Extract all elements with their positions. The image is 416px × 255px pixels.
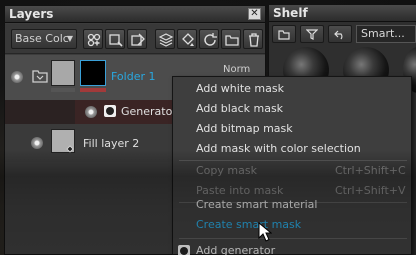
layers-title-text: Layers	[9, 7, 54, 21]
menu-item-shortcut: Ctrl+Shift+C	[335, 164, 406, 177]
undo-icon	[334, 30, 343, 40]
menu-item-label: Add white mask	[196, 82, 284, 95]
shelf-filter-button[interactable]	[300, 25, 324, 43]
add-filter-button[interactable]	[105, 29, 125, 49]
menu-item-create-smart-material[interactable]: Create smart material	[173, 195, 411, 215]
layers-panel-title: Layers	[5, 6, 265, 23]
visibility-eye-icon[interactable]	[11, 71, 23, 83]
menu-item-add-mask-color-selection[interactable]: Add mask with color selection	[173, 139, 411, 159]
refresh-button[interactable]	[199, 29, 219, 49]
menu-item-label: Copy mask	[196, 164, 257, 177]
menu-item-label: Add black mask	[196, 102, 284, 115]
menu-item-add-generator[interactable]: Add generator	[173, 241, 411, 255]
mask-icon	[131, 33, 145, 46]
delete-button[interactable]	[243, 29, 263, 49]
add-layer-icon	[87, 33, 101, 47]
add-layer-button[interactable]	[83, 29, 103, 49]
menu-item-label: Add bitmap mask	[196, 122, 293, 135]
visibility-eye-icon[interactable]	[31, 137, 43, 149]
layer-thumbnail	[51, 60, 75, 86]
shelf-title-text: Shelf	[273, 6, 308, 20]
menu-item-label: Create smart mask	[196, 218, 302, 231]
shelf-tab-smart[interactable]: Smart...	[356, 25, 416, 43]
add-filter-icon	[109, 34, 123, 47]
folder-icon	[278, 30, 290, 40]
trash-icon	[249, 33, 259, 47]
close-icon: ✕	[250, 8, 259, 19]
shelf-folder-button[interactable]	[272, 25, 296, 43]
layer-name: Folder 1	[111, 70, 156, 83]
mouse-cursor-icon	[258, 222, 272, 242]
menu-item-add-black-mask[interactable]: Add black mask	[173, 99, 411, 119]
folder-icon	[32, 70, 48, 83]
refresh-icon	[204, 33, 217, 46]
add-mask-button[interactable]	[127, 29, 147, 49]
chevron-down-icon: ▼	[66, 34, 73, 43]
mask-bar	[80, 88, 106, 92]
layers-toolbar: Base Colc ▼	[5, 24, 265, 54]
stack-icon	[158, 33, 174, 47]
blend-mode-select[interactable]: Base Colc ▼	[11, 29, 77, 49]
blend-mode-label: Norm	[223, 64, 251, 75]
close-panel-button[interactable]: ✕	[248, 8, 261, 20]
menu-item-add-bitmap-mask[interactable]: Add bitmap mask	[173, 119, 411, 139]
thumbnail-bar	[51, 88, 75, 92]
layer-name: Fill layer 2	[83, 137, 140, 150]
fill-button[interactable]	[177, 29, 197, 49]
menu-item-create-smart-mask[interactable]: Create smart mask	[173, 215, 411, 235]
add-folder-button[interactable]	[221, 29, 241, 49]
visibility-eye-icon[interactable]	[85, 106, 97, 118]
shelf-tab-label: Smart...	[361, 27, 405, 40]
generator-thumbnail	[104, 105, 116, 117]
context-menu: Add white mask Add black mask Add bitmap…	[172, 76, 412, 255]
mask-thumbnail[interactable]	[80, 60, 106, 86]
blend-mode-value: Base Colc	[15, 32, 69, 45]
menu-item-label: Add generator	[196, 244, 276, 255]
folder-add-icon	[225, 35, 239, 46]
menu-item-label: Add mask with color selection	[196, 142, 361, 155]
fill-layer-icon	[66, 145, 74, 153]
menu-item-copy-mask[interactable]: Copy mask Ctrl+Shift+C	[173, 161, 411, 181]
menu-separator	[179, 238, 407, 239]
shelf-back-button[interactable]	[328, 25, 352, 43]
generator-icon	[178, 245, 190, 255]
stack-button[interactable]	[155, 29, 175, 49]
menu-item-add-white-mask[interactable]: Add white mask	[173, 79, 411, 99]
filter-icon	[306, 29, 318, 40]
menu-item-label: Create smart material	[196, 198, 318, 211]
shelf-panel-title: Shelf	[269, 5, 416, 22]
generator-name: Generato	[121, 105, 173, 118]
fill-icon	[182, 33, 194, 46]
